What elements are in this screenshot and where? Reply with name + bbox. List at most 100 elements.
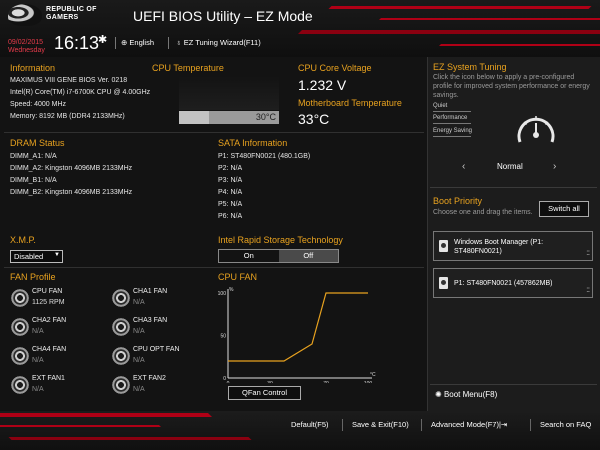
drag-handle-icon[interactable]: ⁚⁚⁚ [586,287,590,294]
cpu-temperature-bar: 30°C [179,111,279,124]
tuning-option-performance[interactable]: Performance [433,115,467,121]
option-divider [433,136,471,137]
sata-port-name: P5: [218,201,229,208]
panel-divider [430,187,597,188]
fan-name[interactable]: EXT FAN2 [133,375,166,382]
tuning-option-quiet[interactable]: Quiet [433,103,447,109]
dram-slot: DIMM_A1: N/A [10,153,57,160]
y-tick-label: 100 [218,291,227,297]
lightbulb-icon: ♁ [176,38,182,47]
fan-name[interactable]: EXT FAN1 [32,375,65,382]
sparkle-icon: ✺ [435,390,442,399]
y-axis-label: % [229,287,234,293]
qfan-control-button[interactable]: QFan Control [228,386,301,400]
fan-value: N/A [133,386,145,393]
date-text: 09/02/2015 [8,39,44,46]
clock[interactable]: 16:13 [54,33,99,54]
boot-priority-description: Choose one and drag the items. [433,209,533,216]
fan-icon [11,376,29,394]
xmp-title: X.M.P. [10,235,36,245]
fan-icon [112,347,130,365]
default-button[interactable]: Default(F5) [291,420,329,429]
decor-stripe [328,6,592,9]
rst-toggle[interactable]: On Off [218,249,339,263]
search-faq-button[interactable]: Search on FAQ [540,420,591,429]
date-display: 09/02/2015 Wednesday [8,39,45,55]
decor-stripe [8,437,252,440]
language-label: English [129,38,154,47]
fan-name[interactable]: CPU FAN [32,288,62,295]
drag-handle-icon[interactable]: ⁚⁚⁚ [586,250,590,257]
cpu-fan-chart[interactable]: 10050003070100%°C [212,281,382,383]
footer-separator [421,419,422,431]
sata-information-title: SATA Information [218,138,288,148]
globe-icon: ⊕ [121,38,128,47]
boot-item-label: Windows Boot Manager (P1: ST480FN0021) [454,238,543,256]
x-tick-label: 30 [267,381,273,383]
dram-slot-name: DIMM_B1: [10,177,44,184]
language-selector[interactable]: ⊕ English [121,38,154,47]
fan-value: N/A [32,386,44,393]
sata-port: P4: N/A [218,189,242,196]
information-title: Information [10,63,56,73]
rog-logo-icon [8,4,42,26]
cpu-temperature-fill [179,111,209,124]
header-bar: REPUBLIC OF GAMERS UEFI BIOS Utility – E… [0,0,600,57]
fan-name[interactable]: CHA4 FAN [32,346,66,353]
option-divider [433,123,471,124]
fan-value: N/A [133,357,145,364]
footer-separator [530,419,531,431]
cpu-temperature-value: 30°C [255,112,276,122]
fan-icon [112,289,130,307]
boot-item-line: ST480FN0021) [454,248,502,255]
sata-port: P5: N/A [218,201,242,208]
fan-name[interactable]: CPU OPT FAN [133,346,180,353]
rst-off-option[interactable]: Off [278,250,338,262]
x-tick-label: 0 [227,381,230,383]
decor-stripe [298,30,600,34]
fan-name[interactable]: CHA1 FAN [133,288,167,295]
ez-tuning-wizard-link[interactable]: ♁ EZ Tuning Wizard(F11) [176,38,261,47]
mb-temperature-title: Motherboard Temperature [298,98,402,108]
tuning-prev-arrow[interactable]: ‹ [462,161,465,172]
boot-item-label: P1: ST480FN0021 (457862MB) [454,280,553,287]
section-divider [4,132,424,133]
switch-all-button[interactable]: Switch all [539,201,589,217]
sata-port-name: P2: [218,165,229,172]
ez-tuning-title: EZ System Tuning [433,62,507,72]
speedometer-icon[interactable] [514,108,558,152]
decor-stripe [0,425,161,427]
app-title: UEFI BIOS Utility – EZ Mode [133,8,313,24]
dram-slot: DIMM_B2: Kingston 4096MB 2133MHz [10,189,132,196]
save-exit-button[interactable]: Save & Exit(F10) [352,420,409,429]
y-tick-label: 50 [220,334,226,340]
boot-item[interactable]: P1: ST480FN0021 (457862MB) ⁚⁚⁚ [433,268,593,298]
advanced-mode-button[interactable]: Advanced Mode(F7)|⇥ [431,420,507,429]
dram-slot: DIMM_B1: N/A [10,177,57,184]
fan-name[interactable]: CHA2 FAN [32,317,66,324]
sata-port-name: P3: [218,177,229,184]
tuning-next-arrow[interactable]: › [553,161,556,172]
rst-on-option[interactable]: On [219,250,279,262]
footer-bar: Default(F5) Save & Exit(F10) Advanced Mo… [0,411,600,450]
decor-stripe [379,18,600,20]
dram-slot-value: Kingston 4096MB 2133MHz [45,189,133,196]
tuning-option-energy-saving[interactable]: Energy Saving [433,128,472,134]
fan-value: 1125 RPM [32,299,65,306]
cpu-temperature-title: CPU Temperature [152,63,224,73]
info-line: Memory: 8192 MB (DDR4 2133MHz) [10,113,125,120]
boot-menu-button[interactable]: ✺ Boot Menu(F8) [435,390,497,399]
fan-profile-title: FAN Profile [10,272,56,282]
xmp-select[interactable]: Disabled ▼ [10,250,63,263]
boot-item[interactable]: Windows Boot Manager (P1: ST480FN0021) ⁚… [433,231,593,261]
exit-icon: ⇥ [500,420,508,429]
decor-stripe [439,44,600,46]
dram-slot-value: N/A [45,177,57,184]
fan-name[interactable]: CHA3 FAN [133,317,167,324]
gear-icon[interactable]: ✱ [98,33,107,46]
cpu-voltage-value: 1.232 V [298,77,347,93]
sata-port-name: P1: [218,153,229,160]
x-axis-label: °C [370,372,376,378]
sata-port: P1: ST480FN0021 (480.1GB) [218,153,310,160]
sata-port-value: N/A [230,201,243,208]
